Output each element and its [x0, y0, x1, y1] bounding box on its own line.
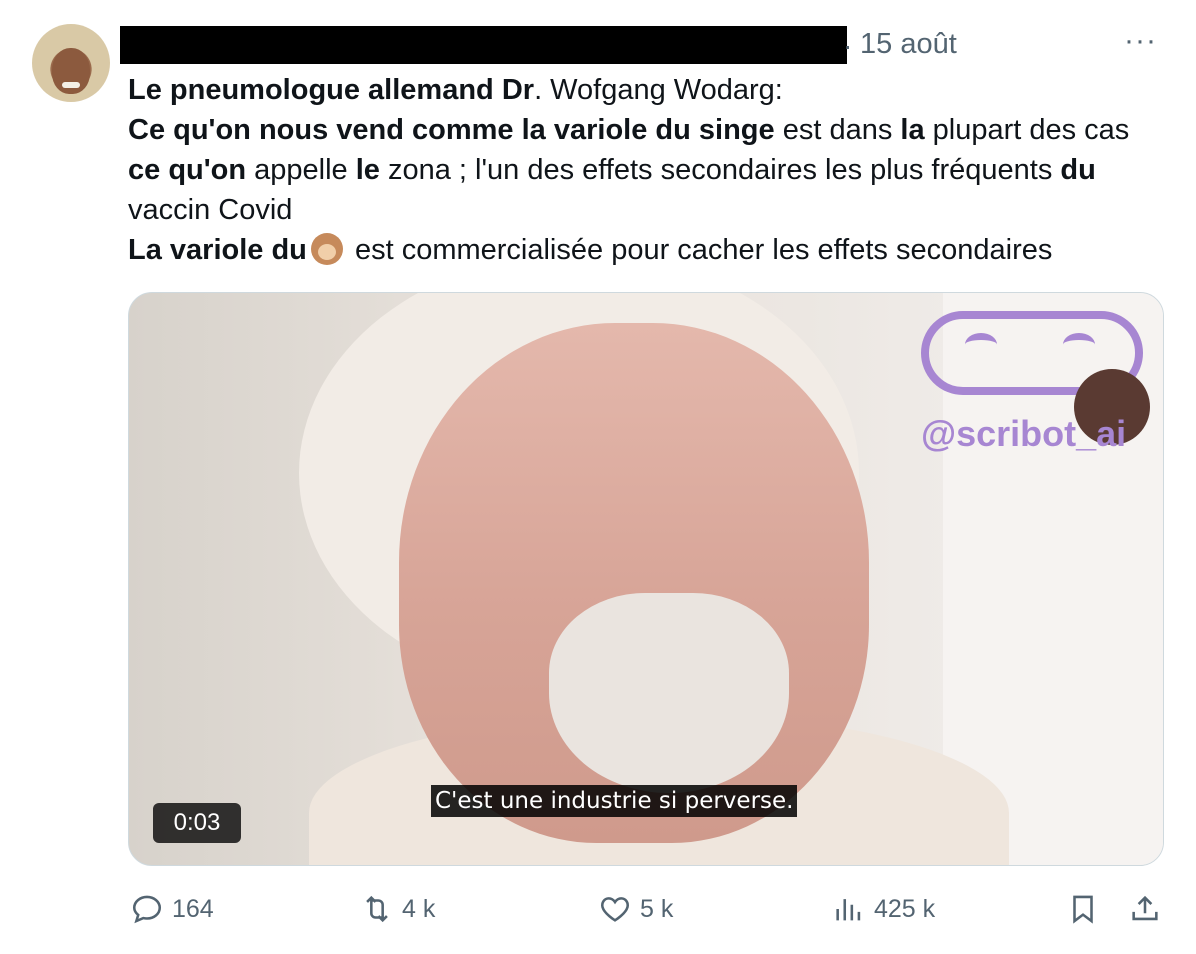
- video-duration: 0:03: [153, 803, 241, 843]
- tweet-line-2-segment: du: [1060, 154, 1096, 186]
- like-button[interactable]: 5 k: [598, 892, 673, 926]
- tweet-line-1-rest: . Wofgang Wodarg:: [534, 74, 783, 106]
- tweet-line-2-segment: ce qu'on: [128, 154, 247, 186]
- video-subtitle: C'est une industrie si perverse.: [431, 785, 798, 817]
- tweet-text: Le pneumologue allemand Dr. Wofgang Woda…: [128, 70, 1168, 270]
- tweet-line-2: Ce qu'on nous vend comme la variole du s…: [128, 110, 1168, 230]
- monkey-emoji-icon: [310, 233, 343, 265]
- tweet-line-2-segment: Ce qu'on nous vend comme la variole du s…: [128, 114, 775, 146]
- repost-count: 4 k: [402, 894, 436, 923]
- reply-button[interactable]: 164: [130, 892, 214, 926]
- tweet-line-2-segment: la: [900, 114, 925, 146]
- reply-icon: [132, 895, 162, 924]
- tweet-line-2-segment: zona ; l'un des effets secondaires les p…: [379, 154, 1061, 186]
- reply-count: 164: [172, 894, 214, 923]
- share-icon: [1132, 895, 1158, 921]
- action-bar: 164 4 k 5 k 425 k: [0, 892, 1196, 936]
- tweet-line-2-segment: appelle: [246, 154, 356, 186]
- like-count: 5 k: [640, 894, 674, 923]
- watermark-eye-left-icon: [965, 333, 997, 356]
- watermark-handle: @scribot_ai: [921, 413, 1127, 454]
- more-options-icon[interactable]: ···: [1124, 24, 1157, 58]
- video-player[interactable]: @scribot_ai C'est une industrie si perve…: [128, 292, 1164, 866]
- redacted-author-name: [120, 26, 847, 64]
- tweet-line-3-rest: est commercialisée pour cacher les effet…: [346, 234, 1053, 266]
- tweet-line-3: La variole du est commercialisée pour ca…: [128, 230, 1168, 270]
- views-button[interactable]: 425 k: [832, 892, 935, 926]
- repost-button[interactable]: 4 k: [360, 892, 435, 926]
- avatar-mouth: [62, 82, 80, 88]
- tweet-line-2-segment: le: [355, 154, 380, 186]
- video-person-beard: [549, 593, 789, 793]
- watermark-eye-right-icon: [1063, 333, 1095, 356]
- views-count: 425 k: [874, 894, 936, 923]
- tweet-line-1: Le pneumologue allemand Dr. Wofgang Woda…: [128, 70, 1168, 110]
- tweet-timestamp[interactable]: 15 août: [860, 28, 957, 61]
- heart-icon: [601, 897, 629, 922]
- bookmark-button[interactable]: [1066, 892, 1108, 926]
- share-button[interactable]: [1128, 892, 1170, 926]
- tweet-line-2-segment: est dans: [774, 114, 901, 146]
- tweet-line-1-bold: Le pneumologue allemand Dr: [128, 74, 535, 106]
- tweet-line-2-segment: vaccin Covid: [128, 194, 293, 226]
- author-avatar[interactable]: [32, 24, 110, 102]
- bookmark-icon: [1073, 895, 1093, 924]
- tweet-line-3-bold: La variole du: [128, 234, 307, 266]
- tweet-line-2-segment: plupart des cas: [924, 114, 1130, 146]
- separator-dot: ·: [843, 30, 853, 61]
- repost-icon: [366, 895, 388, 923]
- views-chart-icon: [836, 899, 861, 921]
